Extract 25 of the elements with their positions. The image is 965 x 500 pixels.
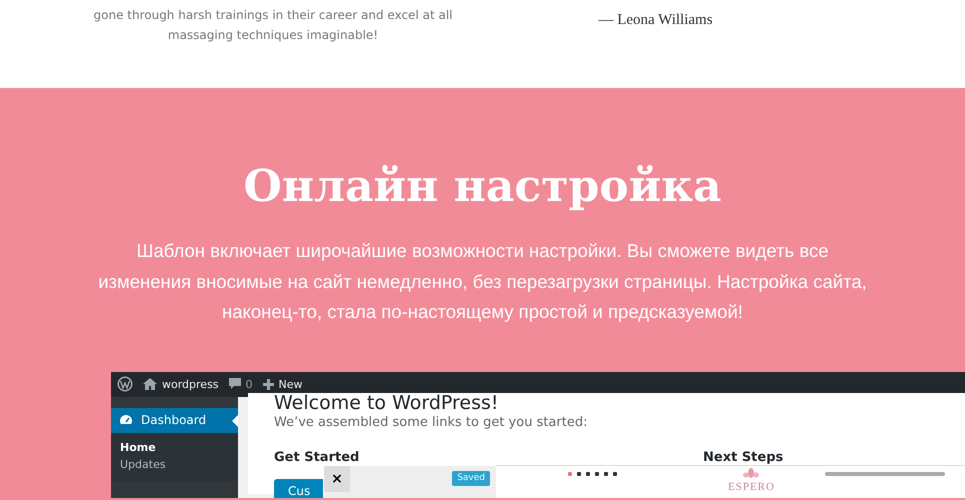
home-icon xyxy=(143,378,157,390)
plus-icon xyxy=(262,378,274,390)
comments-link[interactable]: 0 xyxy=(228,378,253,390)
customize-button[interactable]: Cus xyxy=(274,478,323,498)
submenu-item[interactable]: Updates xyxy=(111,456,238,472)
site-link[interactable]: wordpress xyxy=(143,378,219,390)
welcome-subtitle: We’ve assembled some links to get you started: xyxy=(274,414,588,430)
welcome-title: Welcome to WordPress! xyxy=(274,392,500,412)
section-description: Шаблон включает широчайшие возможности настройки. Вы сможете видеть все изменения вносимые на сайт немедленно, без перезагрузки страницы. Настройка сайта, наконец-то, стала по-настоящему простой и предсказуемой! xyxy=(97,239,868,324)
testimonial-author: — Leona Williams xyxy=(598,12,713,30)
speech-bubble-icon xyxy=(228,378,241,390)
testimonial-text: gone through harsh trainings in their career and excel at all xyxy=(94,7,452,24)
new-link[interactable]: New xyxy=(262,378,303,390)
section-title: Онлайн настройка xyxy=(243,160,722,214)
flower-icon xyxy=(743,468,760,478)
submenu-item[interactable]: Home xyxy=(111,438,238,456)
section-heading: Get Started xyxy=(274,450,360,464)
menu-item[interactable]: Dashboard xyxy=(111,408,238,432)
gauge-icon xyxy=(119,414,133,426)
preview-logo: ESPERO xyxy=(728,480,775,492)
section-heading: Next Steps xyxy=(703,450,784,464)
testimonial-text: massaging techniques imaginable! xyxy=(168,27,378,44)
social-icons-drawing xyxy=(568,472,617,476)
wordpress-logo-icon[interactable] xyxy=(117,376,133,392)
close-button[interactable]: × xyxy=(324,466,350,492)
